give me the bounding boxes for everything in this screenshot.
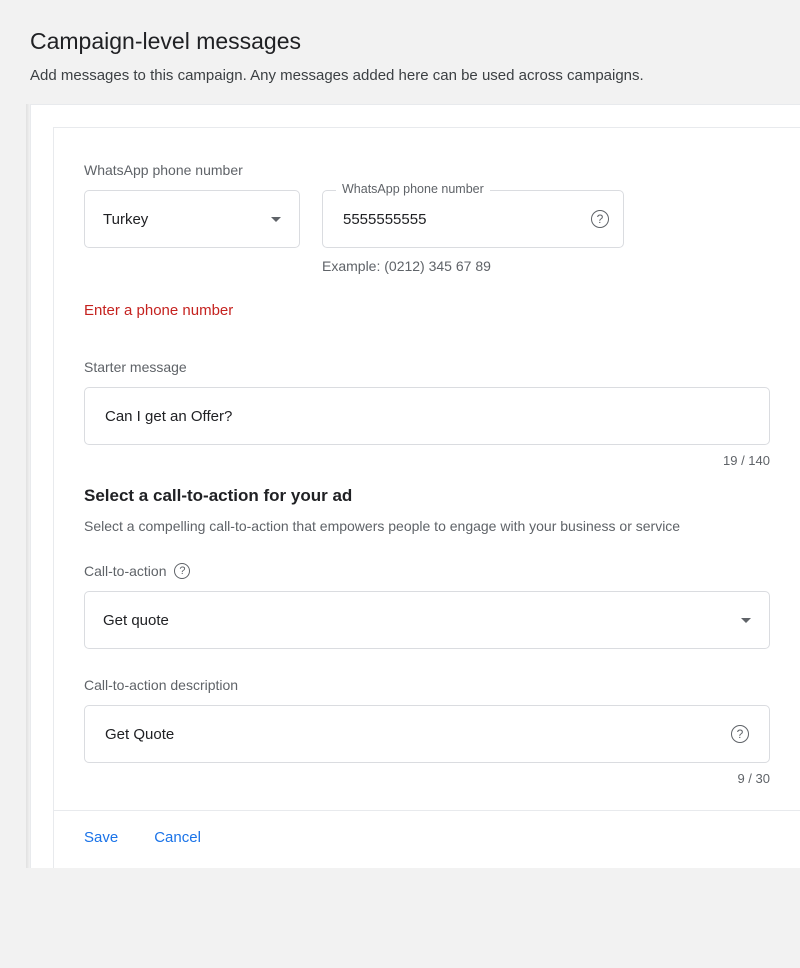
cta-select[interactable]: Get quote: [84, 591, 770, 649]
starter-label: Starter message: [84, 359, 770, 375]
phone-input-legend: WhatsApp phone number: [336, 182, 490, 196]
cta-label: Call-to-action: [84, 563, 166, 579]
chevron-down-icon: [741, 618, 751, 623]
cancel-button[interactable]: Cancel: [154, 829, 201, 846]
form-footer: Save Cancel: [54, 810, 800, 868]
starter-counter: 19 / 140: [84, 453, 770, 468]
cta-desc-label: Call-to-action description: [84, 677, 770, 693]
page-title: Campaign-level messages: [30, 28, 770, 55]
save-button[interactable]: Save: [84, 829, 118, 846]
card-shadow: [26, 104, 30, 868]
cta-desc-counter: 9 / 30: [84, 771, 770, 786]
help-icon[interactable]: ?: [731, 725, 749, 743]
help-icon[interactable]: ?: [591, 210, 609, 228]
chevron-down-icon: [271, 217, 281, 222]
starter-input[interactable]: Can I get an Offer?: [84, 387, 770, 445]
card-outer: WhatsApp phone number Turkey WhatsApp ph…: [30, 104, 800, 868]
starter-input-value: Can I get an Offer?: [105, 408, 232, 425]
country-select-value: Turkey: [103, 211, 148, 228]
cta-heading: Select a call-to-action for your ad: [84, 486, 770, 506]
phone-input[interactable]: 5555555555 ?: [322, 190, 624, 248]
page-subtitle: Add messages to this campaign. Any messa…: [30, 67, 770, 84]
cta-select-value: Get quote: [103, 612, 169, 629]
phone-error: Enter a phone number: [84, 302, 770, 319]
cta-desc-input[interactable]: Get Quote ?: [84, 705, 770, 763]
country-select[interactable]: Turkey: [84, 190, 300, 248]
cta-desc-value: Get Quote: [105, 726, 174, 743]
help-icon[interactable]: ?: [174, 563, 190, 579]
whatsapp-label: WhatsApp phone number: [84, 162, 770, 178]
phone-example-hint: Example: (0212) 345 67 89: [322, 258, 624, 274]
form-card: WhatsApp phone number Turkey WhatsApp ph…: [53, 127, 800, 868]
cta-subtext: Select a compelling call-to-action that …: [84, 516, 770, 537]
phone-input-value: 5555555555: [343, 211, 426, 228]
